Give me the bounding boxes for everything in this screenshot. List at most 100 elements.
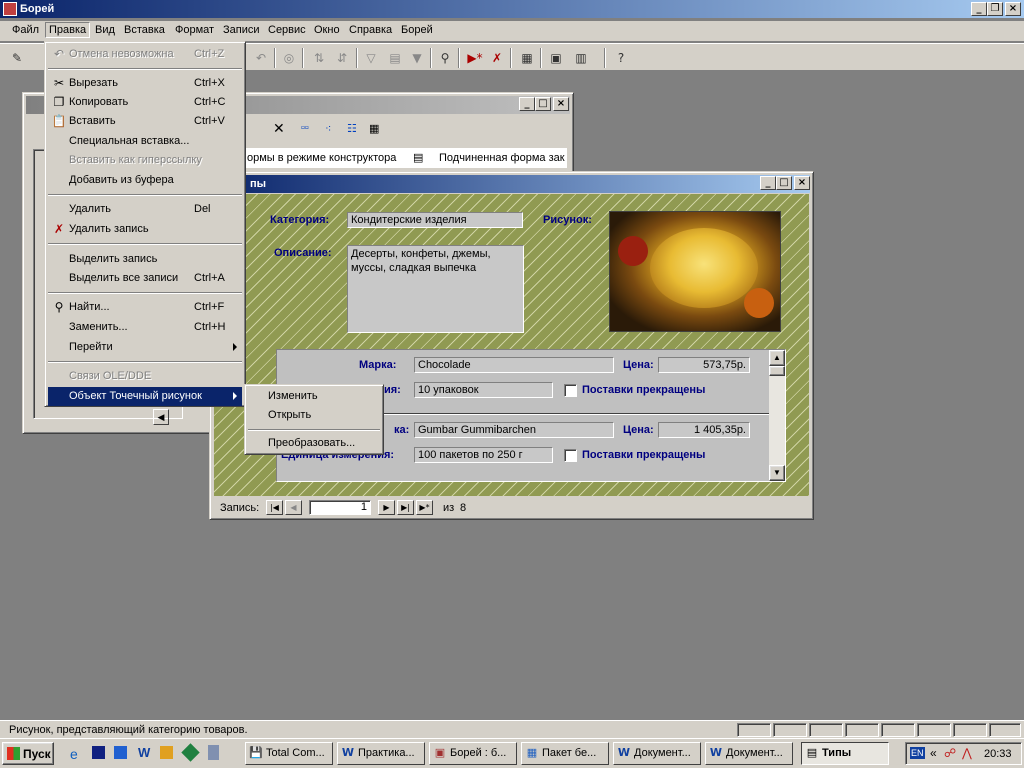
restore-button[interactable]: ❐	[987, 2, 1003, 16]
task-borey[interactable]: ▣ Борей : б...	[429, 742, 517, 765]
menu-records[interactable]: Записи	[223, 24, 260, 36]
new-object-icon[interactable]: ▥	[572, 49, 590, 67]
menu-replace[interactable]: Заменить... Ctrl+H	[48, 318, 242, 337]
minimize-button[interactable]: _	[971, 2, 987, 16]
ie-icon[interactable]: e	[70, 746, 78, 762]
brand-field[interactable]: Chocolade	[414, 357, 614, 373]
apply-filter-icon[interactable]: ▼	[408, 49, 426, 67]
task-document-2[interactable]: W Документ...	[705, 742, 793, 765]
menu-cut[interactable]: ✂ Вырезать Ctrl+X	[48, 74, 242, 93]
filter-by-form-icon[interactable]: ▤	[386, 49, 404, 67]
menu-find[interactable]: ⚲ Найти... Ctrl+F	[48, 298, 242, 317]
filter-by-selection-icon[interactable]: ▽	[362, 49, 380, 67]
close-button[interactable]: ×	[1005, 2, 1021, 16]
menu-copy[interactable]: ❐ Копировать Ctrl+C	[48, 93, 242, 112]
category-picture[interactable]	[609, 211, 781, 332]
menu-bitmap-object[interactable]: Объект Точечный рисунок	[48, 387, 242, 406]
task-total-commander[interactable]: 💾 Total Com...	[245, 742, 333, 765]
menu-view[interactable]: Вид	[95, 24, 115, 36]
find-icon[interactable]: ⚲	[436, 49, 454, 67]
db-list-item-forms-design[interactable]: ормы в режиме конструктора	[247, 152, 396, 164]
db-large-icons-icon[interactable]: ▫▫	[301, 122, 309, 134]
menu-borey[interactable]: Борей	[401, 24, 433, 36]
menu-select-record[interactable]: Выделить запись	[48, 250, 242, 269]
new-record-icon[interactable]: ▶*	[466, 49, 484, 67]
task-document-1[interactable]: W Документ...	[613, 742, 701, 765]
last-record-button[interactable]: ▶|	[397, 500, 414, 515]
db-scroll-left-button[interactable]: ◀	[153, 409, 169, 425]
menu-window[interactable]: Окно	[314, 24, 340, 36]
language-indicator[interactable]: EN	[910, 747, 925, 759]
submenu-convert[interactable]: Преобразовать...	[268, 437, 355, 449]
database-window-icon[interactable]: ▣	[547, 49, 565, 67]
submenu-open[interactable]: Открыть	[268, 409, 311, 421]
menu-paste-append[interactable]: Добавить из буфера	[48, 171, 242, 190]
app-icon[interactable]	[181, 743, 200, 762]
help-icon[interactable]: ?	[612, 49, 630, 67]
next-record-button[interactable]: ▶	[378, 500, 395, 515]
prev-record-button[interactable]: ◀	[285, 500, 302, 515]
acrobat-icon[interactable]: ⋀	[962, 746, 972, 760]
submenu-edit[interactable]: Изменить	[268, 390, 318, 402]
db-delete-icon[interactable]: ✕	[273, 120, 285, 137]
sort-ascending-icon[interactable]: ⇅	[310, 49, 328, 67]
scroll-down-button[interactable]: ▼	[769, 465, 785, 481]
menu-format[interactable]: Формат	[175, 24, 214, 36]
sort-descending-icon[interactable]: ⇵	[333, 49, 351, 67]
menu-paste-special[interactable]: Специальная вставка...	[48, 132, 242, 151]
unit-field[interactable]: 10 упаковок	[414, 382, 553, 398]
menu-paste[interactable]: 📋 Вставить Ctrl+V	[48, 112, 242, 131]
menu-delete[interactable]: Удалить Del	[48, 200, 242, 219]
menu-ole-links[interactable]: Связи OLE/DDE	[48, 367, 242, 386]
db-small-icons-icon[interactable]: ⁖	[325, 122, 331, 135]
network-icon[interactable]: ☍	[944, 746, 956, 760]
discontinued-checkbox[interactable]	[564, 384, 577, 397]
first-record-button[interactable]: |◀	[266, 500, 283, 515]
price-field[interactable]: 1 405,35р.	[658, 422, 750, 438]
db-list-icon[interactable]: ☷	[347, 122, 357, 135]
record-number-field[interactable]: 1	[309, 500, 371, 515]
db-close-button[interactable]: ×	[553, 97, 569, 111]
discontinued-checkbox[interactable]	[564, 449, 577, 462]
task-package[interactable]: ▦ Пакет бе...	[521, 742, 609, 765]
menu-edit[interactable]: Правка	[45, 22, 91, 38]
price-field[interactable]: 573,75р.	[658, 357, 750, 373]
word-icon[interactable]: W	[138, 745, 150, 760]
paint-icon[interactable]	[160, 746, 173, 759]
save-disk-icon[interactable]	[92, 746, 105, 759]
menu-help[interactable]: Справка	[349, 24, 392, 36]
calculator-icon[interactable]	[208, 745, 219, 760]
form-close-button[interactable]: ×	[794, 176, 810, 190]
start-button[interactable]: Пуск	[2, 742, 54, 765]
undo-icon[interactable]: ↶	[252, 49, 270, 67]
subform-scrollbar[interactable]: ▲ ▼	[769, 350, 785, 481]
menu-file[interactable]: Файл	[12, 24, 39, 36]
new-record-nav-button[interactable]: ▶*	[416, 500, 433, 515]
menu-goto[interactable]: Перейти	[48, 338, 242, 357]
db-minimize-button[interactable]: _	[519, 97, 535, 111]
form-maximize-button[interactable]: □	[776, 176, 792, 190]
delete-record-icon[interactable]: ✗	[488, 49, 506, 67]
scroll-thumb[interactable]	[769, 366, 785, 376]
hyperlink-icon[interactable]: ◎	[280, 49, 298, 67]
form-minimize-button[interactable]: _	[760, 176, 776, 190]
db-list-item-subform[interactable]: Подчиненная форма зак	[439, 152, 565, 164]
description-field[interactable]: Десерты, конфеты, джемы, муссы, сладкая …	[347, 245, 524, 333]
properties-icon[interactable]: ▦	[518, 49, 536, 67]
design-view-icon[interactable]: ✎	[8, 49, 26, 67]
brand-field[interactable]: Gumbar Gummibarchen	[414, 422, 614, 438]
task-types[interactable]: ▤ Типы	[801, 742, 889, 765]
outlook-icon[interactable]	[114, 746, 127, 759]
tray-expand-icon[interactable]: «	[930, 746, 937, 760]
scroll-up-button[interactable]: ▲	[769, 350, 785, 366]
menu-undo[interactable]: ↶ Отмена невозможна Ctrl+Z	[48, 45, 242, 64]
menu-tools[interactable]: Сервис	[268, 24, 306, 36]
category-field[interactable]: Кондитерские изделия	[347, 212, 523, 228]
menu-select-all[interactable]: Выделить все записи Ctrl+A	[48, 269, 242, 288]
menu-paste-hyperlink[interactable]: Вставить как гиперссылку	[48, 151, 242, 170]
task-practice[interactable]: W Практика...	[337, 742, 425, 765]
db-details-icon[interactable]: ▦	[369, 122, 379, 135]
db-maximize-button[interactable]: □	[535, 97, 551, 111]
unit-field[interactable]: 100 пакетов по 250 г	[414, 447, 553, 463]
menu-insert[interactable]: Вставка	[124, 24, 165, 36]
